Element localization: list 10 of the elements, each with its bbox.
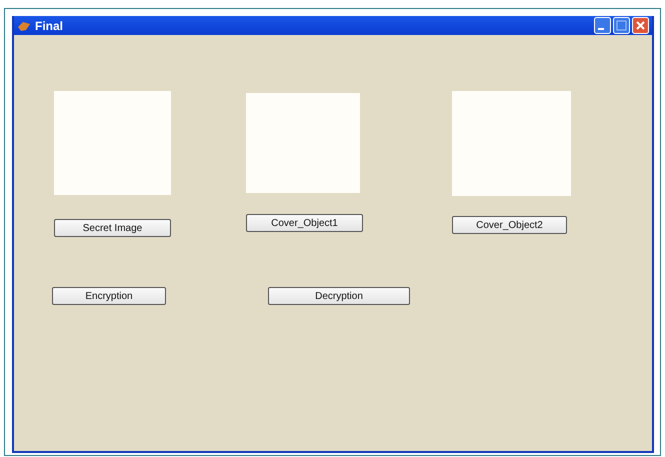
action-button[interactable]: Encryption <box>52 287 166 305</box>
action-button[interactable]: Decryption <box>268 287 410 305</box>
load-button[interactable]: Cover_Object1 <box>246 214 363 232</box>
app-icon <box>17 20 31 32</box>
minimize-icon[interactable] <box>594 17 611 34</box>
maximize-icon[interactable] <box>613 17 630 34</box>
close-icon[interactable] <box>632 17 649 34</box>
window-title: Final <box>35 18 64 32</box>
load-button[interactable]: Cover_Object2 <box>452 216 567 234</box>
load-button[interactable]: Secret Image <box>54 219 171 237</box>
